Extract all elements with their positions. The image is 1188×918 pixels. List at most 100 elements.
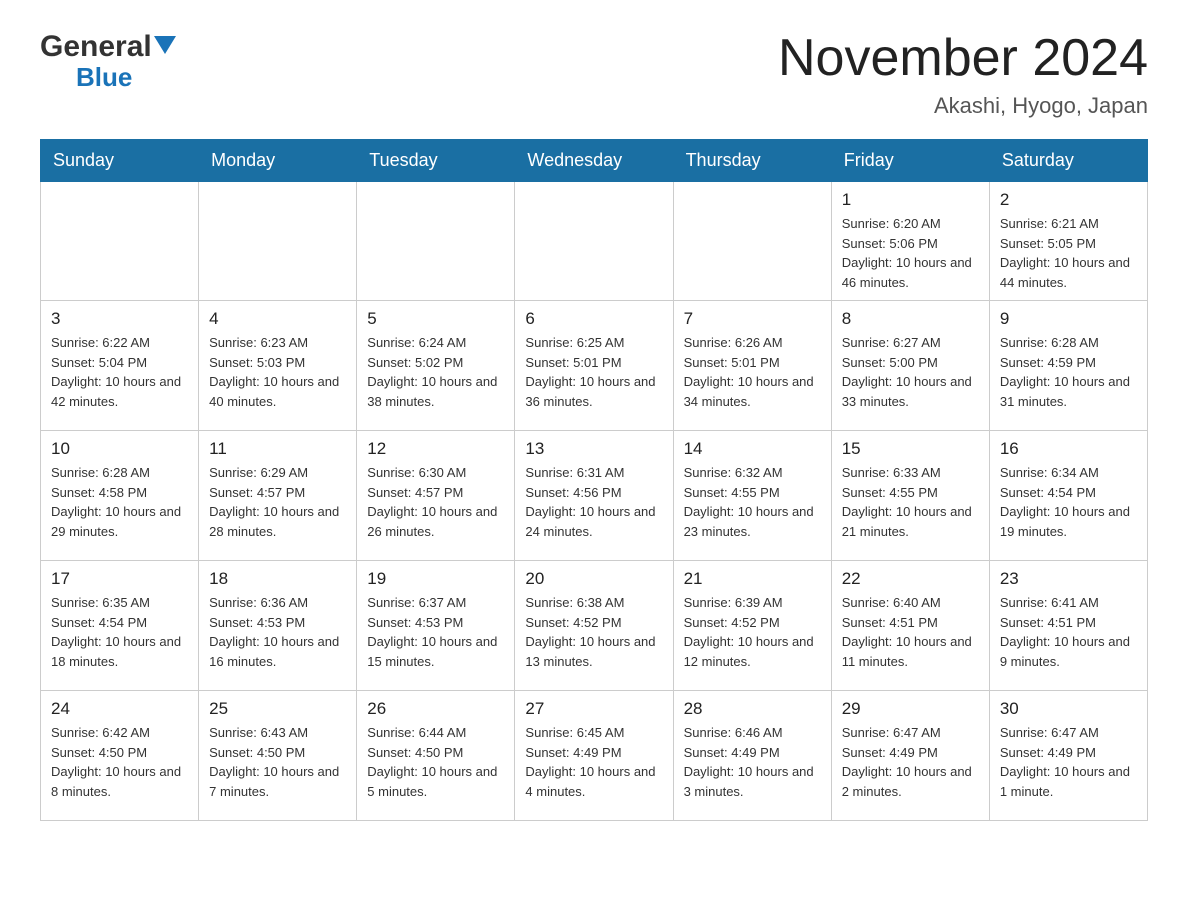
table-row: 12 Sunrise: 6:30 AM Sunset: 4:57 PM Dayli… — [357, 431, 515, 561]
day-info: Sunrise: 6:27 AM Sunset: 5:00 PM Dayligh… — [842, 333, 979, 411]
day-number: 18 — [209, 569, 346, 589]
table-row: 7 Sunrise: 6:26 AM Sunset: 5:01 PM Daylig… — [673, 301, 831, 431]
day-info: Sunrise: 6:30 AM Sunset: 4:57 PM Dayligh… — [367, 463, 504, 541]
day-info: Sunrise: 6:39 AM Sunset: 4:52 PM Dayligh… — [684, 593, 821, 671]
day-number: 16 — [1000, 439, 1137, 459]
day-info: Sunrise: 6:46 AM Sunset: 4:49 PM Dayligh… — [684, 723, 821, 801]
day-number: 24 — [51, 699, 188, 719]
table-row: 6 Sunrise: 6:25 AM Sunset: 5:01 PM Daylig… — [515, 301, 673, 431]
day-number: 8 — [842, 309, 979, 329]
table-row — [41, 182, 199, 301]
calendar-title: November 2024 — [778, 30, 1148, 87]
day-number: 22 — [842, 569, 979, 589]
calendar-week-row: 1Sunrise: 6:20 AM Sunset: 5:06 PM Daylig… — [41, 182, 1148, 301]
table-row: 16 Sunrise: 6:34 AM Sunset: 4:54 PM Dayli… — [989, 431, 1147, 561]
day-info: Sunrise: 6:24 AM Sunset: 5:02 PM Dayligh… — [367, 333, 504, 411]
day-number: 7 — [684, 309, 821, 329]
calendar-week-row: 17 Sunrise: 6:35 AM Sunset: 4:54 PM Dayli… — [41, 561, 1148, 691]
day-number: 14 — [684, 439, 821, 459]
day-number: 3 — [51, 309, 188, 329]
day-number: 17 — [51, 569, 188, 589]
day-info: Sunrise: 6:36 AM Sunset: 4:53 PM Dayligh… — [209, 593, 346, 671]
day-info: Sunrise: 6:44 AM Sunset: 4:50 PM Dayligh… — [367, 723, 504, 801]
table-row: 21 Sunrise: 6:39 AM Sunset: 4:52 PM Dayli… — [673, 561, 831, 691]
day-number: 20 — [525, 569, 662, 589]
table-row: 26 Sunrise: 6:44 AM Sunset: 4:50 PM Dayli… — [357, 691, 515, 821]
day-info: Sunrise: 6:28 AM Sunset: 4:58 PM Dayligh… — [51, 463, 188, 541]
calendar-table: Sunday Monday Tuesday Wednesday Thursday… — [40, 139, 1148, 821]
table-row: 1Sunrise: 6:20 AM Sunset: 5:06 PM Daylig… — [831, 182, 989, 301]
table-row: 22 Sunrise: 6:40 AM Sunset: 4:51 PM Dayli… — [831, 561, 989, 691]
day-info: Sunrise: 6:40 AM Sunset: 4:51 PM Dayligh… — [842, 593, 979, 671]
table-row — [357, 182, 515, 301]
day-info: Sunrise: 6:35 AM Sunset: 4:54 PM Dayligh… — [51, 593, 188, 671]
day-info: Sunrise: 6:21 AM Sunset: 5:05 PM Dayligh… — [1000, 214, 1137, 292]
day-info: Sunrise: 6:38 AM Sunset: 4:52 PM Dayligh… — [525, 593, 662, 671]
table-row — [673, 182, 831, 301]
header-tuesday: Tuesday — [357, 140, 515, 182]
day-info: Sunrise: 6:26 AM Sunset: 5:01 PM Dayligh… — [684, 333, 821, 411]
day-info: Sunrise: 6:47 AM Sunset: 4:49 PM Dayligh… — [1000, 723, 1137, 801]
logo-arrow-icon — [154, 36, 176, 59]
logo-general-text: General — [40, 30, 152, 64]
day-number: 19 — [367, 569, 504, 589]
day-number: 28 — [684, 699, 821, 719]
day-info: Sunrise: 6:32 AM Sunset: 4:55 PM Dayligh… — [684, 463, 821, 541]
table-row: 14 Sunrise: 6:32 AM Sunset: 4:55 PM Dayli… — [673, 431, 831, 561]
table-row: 10 Sunrise: 6:28 AM Sunset: 4:58 PM Dayli… — [41, 431, 199, 561]
day-info: Sunrise: 6:37 AM Sunset: 4:53 PM Dayligh… — [367, 593, 504, 671]
day-number: 11 — [209, 439, 346, 459]
day-number: 5 — [367, 309, 504, 329]
logo-blue-text: Blue — [76, 62, 132, 93]
calendar-week-row: 24 Sunrise: 6:42 AM Sunset: 4:50 PM Dayli… — [41, 691, 1148, 821]
day-info: Sunrise: 6:23 AM Sunset: 5:03 PM Dayligh… — [209, 333, 346, 411]
table-row: 30Sunrise: 6:47 AM Sunset: 4:49 PM Dayli… — [989, 691, 1147, 821]
table-row: 13 Sunrise: 6:31 AM Sunset: 4:56 PM Dayli… — [515, 431, 673, 561]
header-friday: Friday — [831, 140, 989, 182]
table-row: 27Sunrise: 6:45 AM Sunset: 4:49 PM Dayli… — [515, 691, 673, 821]
table-row: 17 Sunrise: 6:35 AM Sunset: 4:54 PM Dayli… — [41, 561, 199, 691]
day-info: Sunrise: 6:28 AM Sunset: 4:59 PM Dayligh… — [1000, 333, 1137, 411]
calendar-subtitle: Akashi, Hyogo, Japan — [778, 93, 1148, 119]
day-number: 13 — [525, 439, 662, 459]
table-row: 4 Sunrise: 6:23 AM Sunset: 5:03 PM Daylig… — [199, 301, 357, 431]
table-row: 5 Sunrise: 6:24 AM Sunset: 5:02 PM Daylig… — [357, 301, 515, 431]
table-row: 3 Sunrise: 6:22 AM Sunset: 5:04 PM Daylig… — [41, 301, 199, 431]
day-info: Sunrise: 6:45 AM Sunset: 4:49 PM Dayligh… — [525, 723, 662, 801]
table-row — [515, 182, 673, 301]
day-info: Sunrise: 6:33 AM Sunset: 4:55 PM Dayligh… — [842, 463, 979, 541]
day-info: Sunrise: 6:47 AM Sunset: 4:49 PM Dayligh… — [842, 723, 979, 801]
table-row: 9 Sunrise: 6:28 AM Sunset: 4:59 PM Daylig… — [989, 301, 1147, 431]
title-block: November 2024 Akashi, Hyogo, Japan — [778, 30, 1148, 119]
day-number: 21 — [684, 569, 821, 589]
table-row: 18 Sunrise: 6:36 AM Sunset: 4:53 PM Dayli… — [199, 561, 357, 691]
table-row: 2 Sunrise: 6:21 AM Sunset: 5:05 PM Daylig… — [989, 182, 1147, 301]
header-monday: Monday — [199, 140, 357, 182]
day-number: 26 — [367, 699, 504, 719]
table-row: 25Sunrise: 6:43 AM Sunset: 4:50 PM Dayli… — [199, 691, 357, 821]
day-number: 12 — [367, 439, 504, 459]
day-info: Sunrise: 6:22 AM Sunset: 5:04 PM Dayligh… — [51, 333, 188, 411]
day-number: 6 — [525, 309, 662, 329]
day-info: Sunrise: 6:20 AM Sunset: 5:06 PM Dayligh… — [842, 214, 979, 292]
table-row: 24 Sunrise: 6:42 AM Sunset: 4:50 PM Dayli… — [41, 691, 199, 821]
day-number: 9 — [1000, 309, 1137, 329]
day-number: 29 — [842, 699, 979, 719]
table-row: 15Sunrise: 6:33 AM Sunset: 4:55 PM Dayli… — [831, 431, 989, 561]
calendar-week-row: 10 Sunrise: 6:28 AM Sunset: 4:58 PM Dayli… — [41, 431, 1148, 561]
day-info: Sunrise: 6:25 AM Sunset: 5:01 PM Dayligh… — [525, 333, 662, 411]
day-info: Sunrise: 6:42 AM Sunset: 4:50 PM Dayligh… — [51, 723, 188, 801]
day-number: 4 — [209, 309, 346, 329]
header-thursday: Thursday — [673, 140, 831, 182]
day-info: Sunrise: 6:31 AM Sunset: 4:56 PM Dayligh… — [525, 463, 662, 541]
weekday-header-row: Sunday Monday Tuesday Wednesday Thursday… — [41, 140, 1148, 182]
day-info: Sunrise: 6:34 AM Sunset: 4:54 PM Dayligh… — [1000, 463, 1137, 541]
table-row — [199, 182, 357, 301]
table-row: 28 Sunrise: 6:46 AM Sunset: 4:49 PM Dayli… — [673, 691, 831, 821]
day-info: Sunrise: 6:43 AM Sunset: 4:50 PM Dayligh… — [209, 723, 346, 801]
page-header: General Blue November 2024 Akashi, Hyogo… — [40, 30, 1148, 119]
table-row: 29 Sunrise: 6:47 AM Sunset: 4:49 PM Dayli… — [831, 691, 989, 821]
day-number: 10 — [51, 439, 188, 459]
day-number: 2 — [1000, 190, 1137, 210]
table-row: 11Sunrise: 6:29 AM Sunset: 4:57 PM Dayli… — [199, 431, 357, 561]
